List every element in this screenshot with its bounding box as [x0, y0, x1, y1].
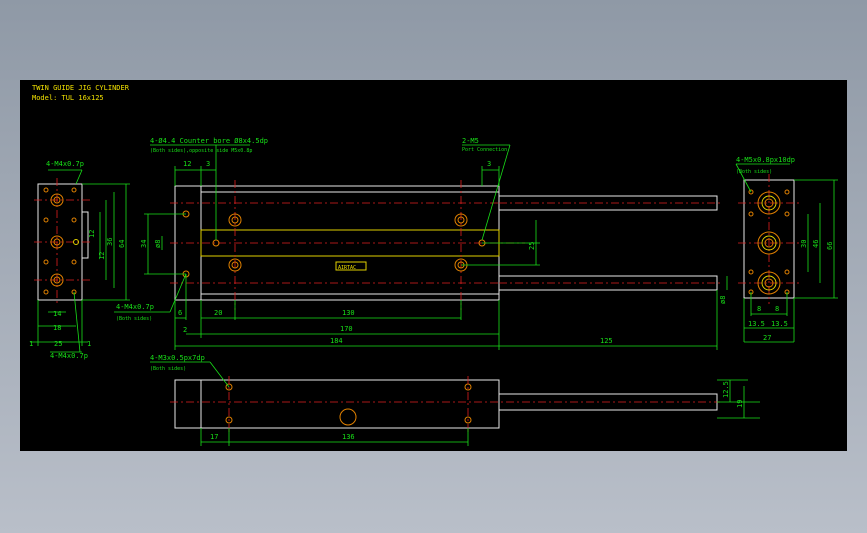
bottom-view-thread-sub-label: (Both sides) — [150, 366, 186, 372]
dim-right-27: 27 — [763, 334, 771, 342]
dim-right-13-5a: 13.5 — [748, 320, 765, 328]
dim-6: 6 — [178, 309, 182, 317]
dim-left-1a: 1 — [29, 340, 33, 348]
bottom-view-thread-label: 4-M3x0.5px7dp — [150, 354, 205, 362]
dim-left-12b: 12 — [98, 252, 106, 260]
left-bottom-thread-label: 4-M4x0.7p — [50, 352, 88, 360]
right-top-thread-sub-label: (Both sides) — [736, 169, 772, 175]
counterbore-label: 4-Ø4.4 Counter bore Ø8x4.5dp — [150, 137, 268, 145]
dim-3-left: 3 — [206, 160, 210, 168]
dim-2: 2 — [183, 326, 187, 334]
nameplate: AIRTAC — [338, 265, 356, 271]
counterbore-sub-label: (Both sides),opposite side M5x0.8p — [150, 148, 252, 154]
dim-left-18: 18 — [53, 324, 61, 332]
dim-bottom-19: 19 — [736, 400, 744, 408]
dim-130: 130 — [342, 309, 355, 317]
cad-drawing-sheet: TWIN GUIDE JIG CYLINDER Model: TUL 16x12… — [20, 80, 847, 451]
front-view: AIRTAC 4-Ø4.4 Counter bore Ø8x4.5dp (Bot… — [114, 137, 728, 350]
dim-bottom-12-5: 12.5 — [722, 381, 730, 398]
dim-ø8-left: ø8 — [154, 240, 162, 248]
dim-12: 12 — [183, 160, 191, 168]
dim-left-25: 25 — [54, 340, 62, 348]
dim-bottom-136: 136 — [342, 433, 355, 441]
bottom-view: 4-M3x0.5px7dp (Both sides) 17 136 12.5 1… — [150, 354, 760, 446]
dim-25-vertical: 25 — [528, 242, 536, 250]
dim-right-30: 30 — [800, 240, 808, 248]
dim-left-36: 36 — [106, 238, 114, 246]
drawing-model: Model: TUL 16x125 — [32, 94, 104, 102]
dim-left-12a: 12 — [88, 230, 96, 238]
left-end-view: 4-M4x0.7p 12 12 36 64 14 18 25 1 1 4-M4x… — [29, 160, 130, 360]
dim-125: 125 — [600, 337, 613, 345]
dim-3-right: 3 — [487, 160, 491, 168]
dim-184: 184 — [330, 337, 343, 345]
port-sub-label: Port Connection — [462, 147, 507, 153]
cad-drawing: TWIN GUIDE JIG CYLINDER Model: TUL 16x12… — [29, 84, 838, 446]
dim-right-13-5b: 13.5 — [771, 320, 788, 328]
dim-left-64: 64 — [118, 240, 126, 248]
dim-right-8a: 8 — [757, 305, 761, 313]
mid-left-thread-sub-label: (Both sides) — [116, 316, 152, 322]
dim-left-14: 14 — [53, 310, 61, 318]
right-end-view: 4-M5x0.8px10dp (Both sides) 30 46 66 8 8… — [735, 156, 838, 343]
drawing-title: TWIN GUIDE JIG CYLINDER — [32, 84, 130, 92]
dim-20: 20 — [214, 309, 222, 317]
dim-right-46: 46 — [812, 240, 820, 248]
right-top-thread-label: 4-M5x0.8px10dp — [736, 156, 795, 164]
left-top-thread-label: 4-M4x0.7p — [46, 160, 84, 168]
mid-left-thread-label: 4-M4x0.7p — [116, 303, 154, 311]
dim-left-1b: 1 — [87, 340, 91, 348]
dim-170: 170 — [340, 325, 353, 333]
port-label: 2-M5 — [462, 137, 479, 145]
dim-34: 34 — [140, 240, 148, 248]
dim-right-8b: 8 — [775, 305, 779, 313]
dim-bottom-17: 17 — [210, 433, 218, 441]
dim-ø8-rod: ø8 — [719, 296, 727, 304]
dim-right-66: 66 — [826, 242, 834, 250]
